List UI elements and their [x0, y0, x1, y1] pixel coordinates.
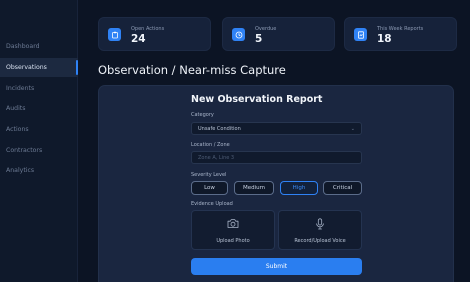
severity-label: Severity Level: [191, 172, 227, 178]
location-placeholder: Zone A, Line 3: [198, 154, 235, 161]
sidebar-item-incidents[interactable]: Incidents: [0, 79, 78, 98]
upload-photo-label: Upload Photo: [216, 238, 250, 244]
sidebar-item-audits[interactable]: Audits: [0, 99, 78, 118]
category-select[interactable]: Unsafe Condition ⌄: [191, 122, 362, 135]
severity-low-button[interactable]: Low: [191, 181, 228, 195]
stat-value: 24: [131, 33, 146, 45]
stat-value: 18: [377, 33, 392, 45]
form-title: New Observation Report: [191, 94, 323, 105]
sidebar-item-dashboard[interactable]: Dashboard: [0, 37, 78, 56]
stat-label: Overdue: [255, 26, 277, 32]
form-panel: [98, 85, 454, 282]
sidebar-item-analytics[interactable]: Analytics: [0, 161, 78, 180]
severity-high-button[interactable]: High: [280, 181, 318, 195]
upload-photo-button[interactable]: Upload Photo: [191, 210, 275, 250]
stat-card-open-actions: Open Actions 24: [98, 17, 211, 51]
clipboard-icon: [108, 28, 121, 41]
page-title: Observation / Near-miss Capture: [98, 63, 286, 77]
camera-icon: [192, 218, 274, 229]
sidebar-item-actions[interactable]: Actions: [0, 120, 78, 139]
severity-critical-button[interactable]: Critical: [323, 181, 362, 195]
sidebar-item-observations[interactable]: Observations: [0, 58, 78, 77]
submit-button[interactable]: Submit: [191, 258, 362, 275]
chevron-down-icon: ⌄: [350, 126, 355, 132]
stat-card-overdue: Overdue 5: [222, 17, 335, 51]
category-value: Unsafe Condition: [198, 125, 241, 132]
upload-voice-button[interactable]: Record/Upload Voice: [278, 210, 362, 250]
location-label: Location / Zone: [191, 142, 230, 148]
evidence-label: Evidence Upload: [191, 201, 233, 207]
location-input[interactable]: Zone A, Line 3: [191, 151, 362, 164]
category-label: Category: [191, 112, 214, 118]
report-icon: [354, 28, 367, 41]
stat-card-weekly-reports: This Week Reports 18: [344, 17, 457, 51]
stat-label: This Week Reports: [377, 26, 424, 32]
sidebar: Dashboard Observations Incidents Audits …: [0, 0, 78, 282]
upload-voice-label: Record/Upload Voice: [294, 238, 346, 244]
severity-medium-button[interactable]: Medium: [234, 181, 274, 195]
microphone-icon: [279, 218, 361, 230]
sidebar-item-contractors[interactable]: Contractors: [0, 141, 78, 160]
stat-label: Open Actions: [131, 26, 165, 32]
stat-value: 5: [255, 33, 263, 45]
clock-icon: [232, 28, 245, 41]
